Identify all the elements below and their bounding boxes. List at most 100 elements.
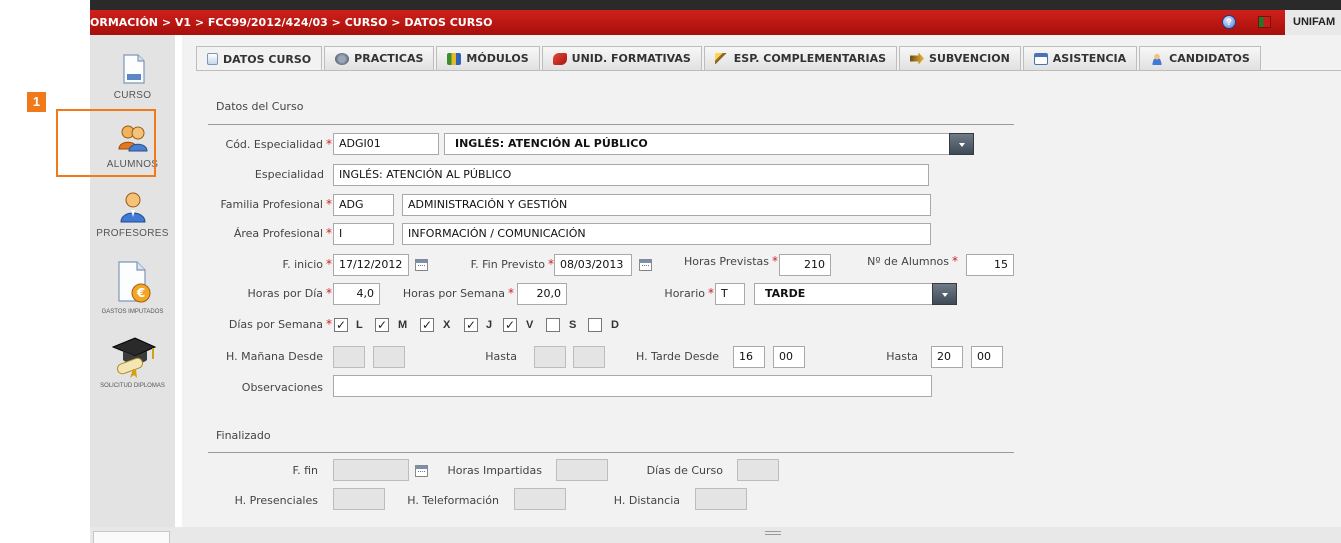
area-profesional-code-input[interactable]: I — [333, 223, 394, 245]
area-profesional-name-field[interactable]: INFORMACIÓN / COMUNICACIÓN — [402, 223, 931, 245]
horas-previstas-input[interactable]: 210 — [779, 254, 831, 276]
sidebar-item-label: CURSO — [113, 90, 152, 101]
h-manana-desde-label: H. Mañana Desde — [226, 350, 323, 363]
help-icon[interactable]: ? — [1222, 15, 1236, 29]
breadcrumb[interactable]: ORMACIÓN > V1 > FCC99/2012/424/03 > CURS… — [90, 10, 492, 35]
sidebar-item-profesores[interactable]: PROFESORES — [90, 190, 175, 239]
tab-asistencia[interactable]: ASISTENCIA — [1022, 46, 1138, 70]
familia-profesional-name-field[interactable]: ADMINISTRACIÓN Y GESTIÓN — [402, 194, 931, 216]
top-bar: ORMACIÓN > V1 > FCC99/2012/424/03 > CURS… — [90, 10, 1341, 35]
num-alumnos-input[interactable]: 15 — [966, 254, 1014, 276]
section-divider — [208, 124, 1014, 125]
checklist-icon — [1033, 52, 1048, 65]
checkbox-m[interactable]: ✓ — [375, 318, 389, 332]
tab-label: ASISTENCIA — [1052, 52, 1127, 65]
language-flag-icon[interactable] — [1258, 16, 1271, 28]
f-fin-input[interactable] — [333, 459, 409, 481]
tab-label: PRACTICAS — [354, 52, 424, 65]
tab-esp-complementarias[interactable]: ESP. COMPLEMENTARIAS — [703, 46, 898, 70]
horario-select[interactable]: TARDE — [754, 283, 957, 305]
f-fin-previsto-input[interactable]: 08/03/2013 — [554, 254, 632, 276]
horas-impartidas-input[interactable] — [556, 459, 608, 481]
h-teleformacion-input[interactable] — [514, 488, 566, 510]
sidebar-item-label: PROFESORES — [96, 228, 169, 239]
tab-bar: DATOS CURSO PRACTICAS MÓDULOS UNID. FORM… — [196, 46, 1263, 71]
h-tarde-desde-mm[interactable]: 00 — [773, 346, 805, 368]
h-manana-desde-mm[interactable] — [373, 346, 405, 368]
horario-code-input[interactable]: T — [715, 283, 745, 305]
checkbox-label: X — [443, 319, 451, 331]
num-alumnos-label: Nº de Alumnos * — [867, 254, 958, 268]
h-tarde-desde-hh[interactable]: 16 — [733, 346, 765, 368]
books-icon — [447, 52, 462, 65]
familia-profesional-label: Familia Profesional * — [220, 197, 332, 211]
sidebar-item-curso[interactable]: CURSO — [90, 52, 175, 101]
hasta-tarde-hh[interactable]: 20 — [931, 346, 963, 368]
h-manana-desde-hh[interactable] — [333, 346, 365, 368]
tab-modulos[interactable]: MÓDULOS — [436, 46, 540, 70]
tab-unid-formativas[interactable]: UNID. FORMATIVAS — [541, 46, 702, 70]
especialidad-field[interactable]: INGLÉS: ATENCIÓN AL PÚBLICO — [333, 164, 929, 186]
h-distancia-input[interactable] — [695, 488, 747, 510]
dias-de-curso-label: Días de Curso — [646, 464, 723, 477]
dias-por-semana-label: Días por Semana * — [228, 317, 332, 331]
checkbox-label: V — [526, 319, 534, 331]
observaciones-label: Observaciones — [241, 381, 323, 394]
checkbox-label: L — [356, 319, 363, 331]
checkbox-l[interactable]: ✓ — [334, 318, 348, 332]
hasta-manana-hh[interactable] — [534, 346, 566, 368]
main-panel: DATOS CURSO PRACTICAS MÓDULOS UNID. FORM… — [182, 35, 1341, 527]
horas-por-dia-input[interactable]: 4,0 — [333, 283, 380, 305]
chevron-down-icon[interactable] — [949, 133, 974, 155]
hasta-manana-mm[interactable] — [573, 346, 605, 368]
diploma-icon — [109, 333, 157, 379]
dias-de-curso-input[interactable] — [737, 459, 779, 481]
tab-practicas[interactable]: PRACTICAS — [324, 46, 435, 70]
f-fin-previsto-label: F. Fin Previsto * — [470, 257, 554, 271]
sidebar-item-solicitud-diplomas[interactable]: SOLICITUD DIPLOMAS — [90, 333, 175, 389]
f-inicio-input[interactable]: 17/12/2012 — [333, 254, 409, 276]
tab-label: MÓDULOS — [466, 52, 529, 65]
tab-datos-curso[interactable]: DATOS CURSO — [196, 46, 323, 71]
chevron-down-icon[interactable] — [932, 283, 957, 305]
checkbox-j[interactable]: ✓ — [464, 318, 478, 332]
calendar-icon[interactable] — [415, 465, 428, 477]
checkbox-label: S — [569, 319, 577, 331]
tab-label: UNID. FORMATIVAS — [571, 52, 691, 65]
user-name[interactable]: UNIFAM — [1285, 10, 1341, 35]
tab-subvencion[interactable]: SUBVENCION — [899, 46, 1021, 70]
calendar-icon[interactable] — [415, 259, 428, 271]
tab-label: CANDIDATOS — [1169, 52, 1250, 65]
cod-especialidad-label: Cód. Especialidad * — [225, 137, 332, 151]
checkbox-x[interactable]: ✓ — [420, 318, 434, 332]
highlight-box — [56, 109, 156, 177]
familia-profesional-code-input[interactable]: ADG — [333, 194, 394, 216]
top-dark-strip — [90, 0, 1341, 10]
hasta-tarde-label: Hasta — [886, 350, 918, 363]
wand-icon — [714, 52, 729, 65]
especialidad-label: Especialidad — [254, 168, 324, 181]
horas-por-semana-input[interactable]: 20,0 — [517, 283, 567, 305]
hasta-tarde-mm[interactable]: 00 — [971, 346, 1003, 368]
resize-grip-icon[interactable] — [765, 531, 781, 535]
horario-label: Horario * — [664, 286, 714, 300]
sidebar-item-label: GASTOS IMPUTADOS — [101, 309, 164, 315]
h-presenciales-input[interactable] — [333, 488, 385, 510]
cod-especialidad-input[interactable]: ADGI01 — [333, 133, 439, 155]
document-icon — [207, 53, 218, 65]
checkbox-v[interactable]: ✓ — [503, 318, 517, 332]
tab-candidatos[interactable]: CANDIDATOS — [1139, 46, 1261, 70]
sidebar-item-gastos-imputados[interactable]: € GASTOS IMPUTADOS — [90, 259, 175, 315]
calendar-icon[interactable] — [639, 259, 652, 271]
observaciones-input[interactable] — [333, 375, 932, 397]
bottom-tab[interactable] — [93, 531, 170, 543]
app-window: 1 ORMACIÓN > V1 > FCC99/2012/424/03 > CU… — [0, 0, 1341, 543]
checkbox-s[interactable] — [546, 318, 560, 332]
section-title-finalizado: Finalizado — [216, 429, 271, 442]
expenses-icon: € — [113, 259, 153, 305]
checkbox-d[interactable] — [588, 318, 602, 332]
area-profesional-label: Área Profesional * — [233, 226, 332, 240]
especialidad-select[interactable]: INGLÉS: ATENCIÓN AL PÚBLICO — [444, 133, 974, 155]
arrow-icon — [910, 52, 925, 65]
checkbox-label: D — [611, 319, 619, 331]
